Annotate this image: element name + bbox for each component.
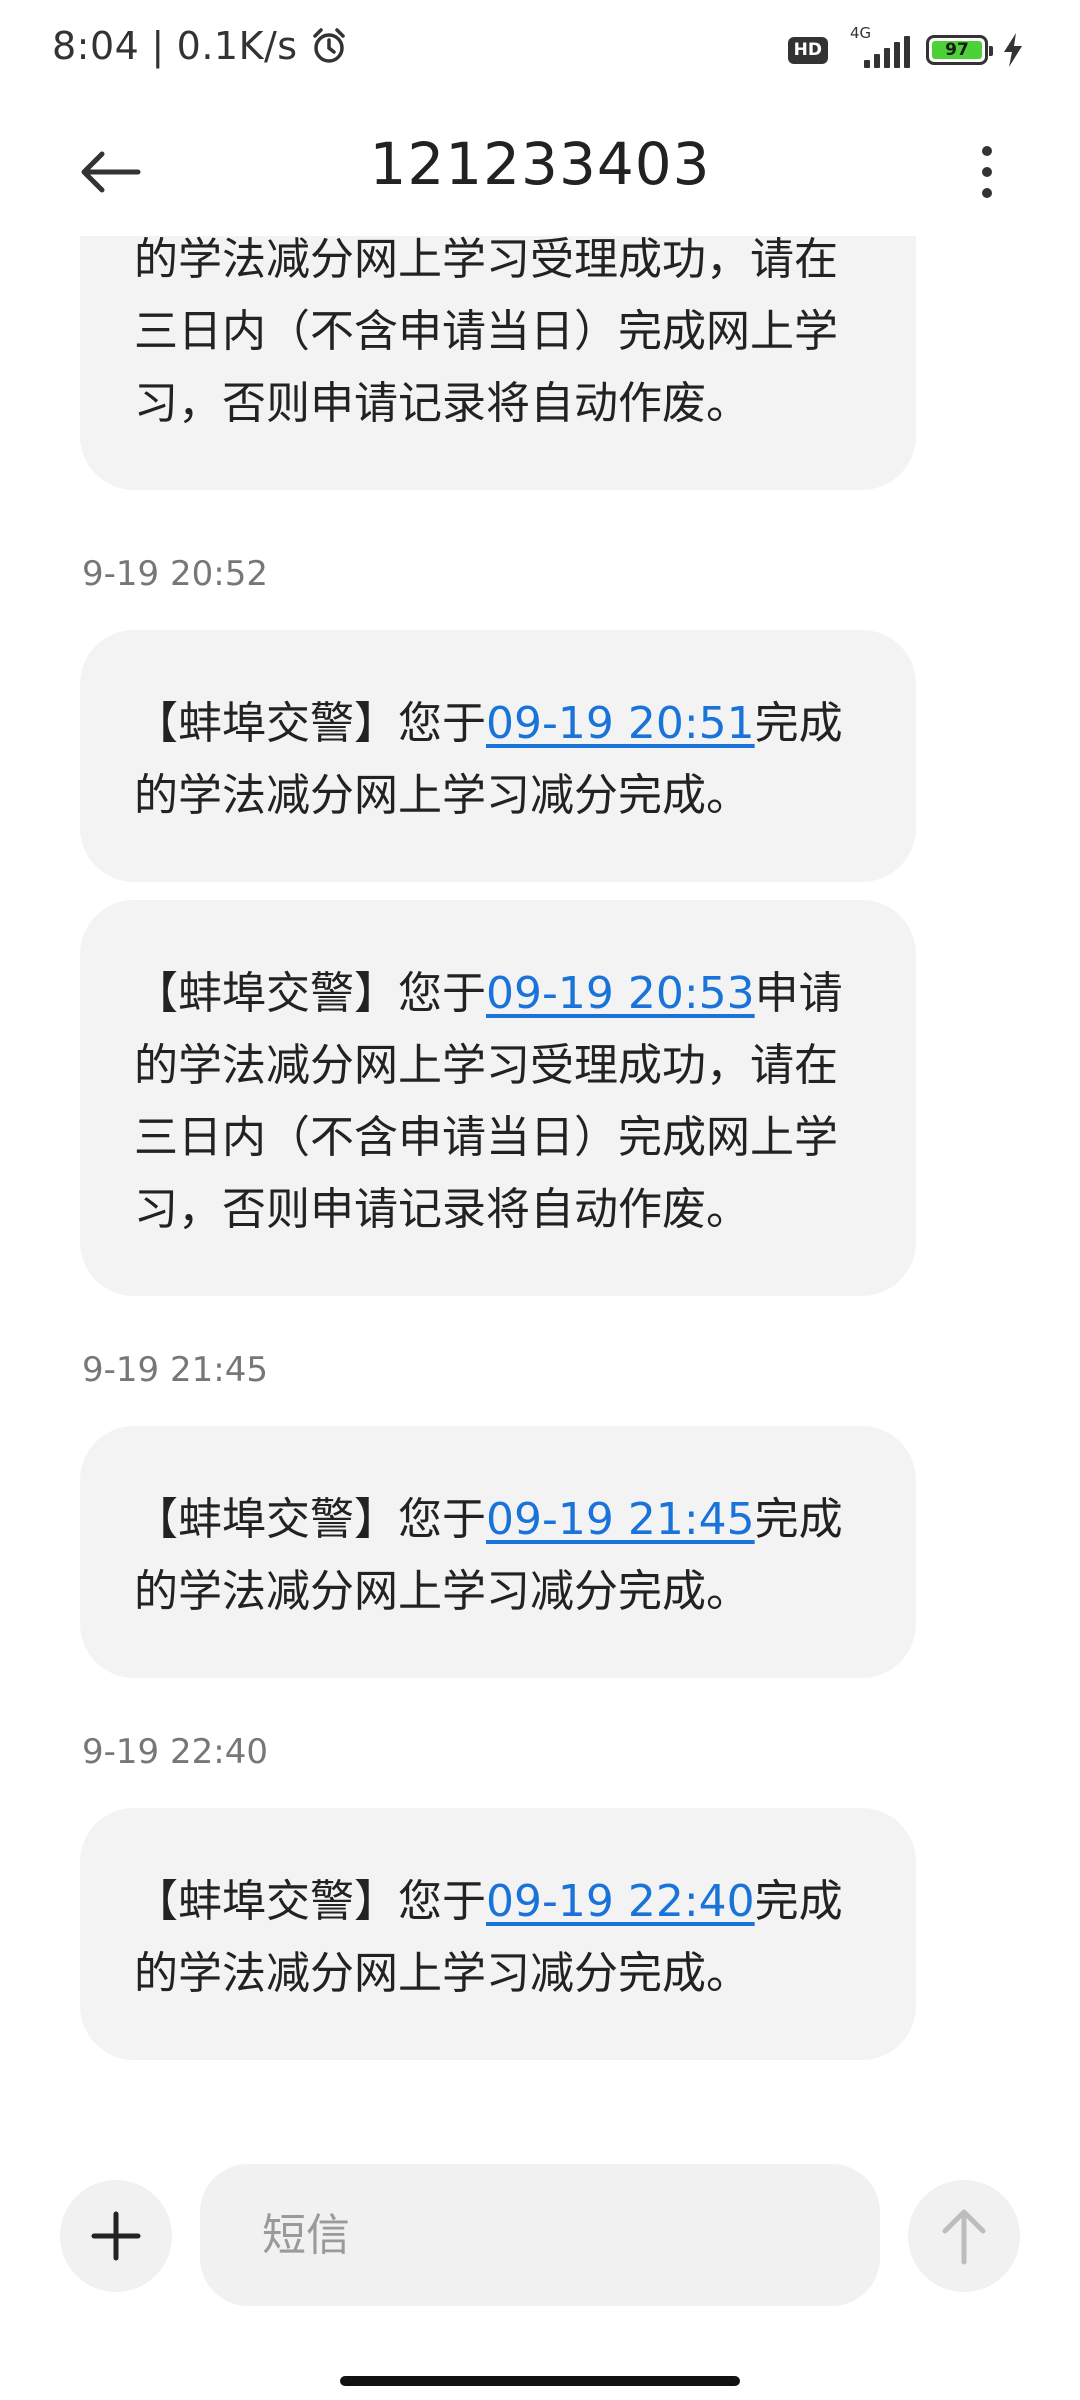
message-bubble[interactable]: 【蚌埠交警】您于09-19 20:51完成 的学法减分网上学习减分完成。	[80, 630, 916, 882]
signal-icon: 4G	[842, 24, 912, 70]
network-speed: 0.1K/s	[176, 24, 298, 68]
message-line: 的学法减分网上学习受理成功，请在	[134, 1040, 838, 1091]
message-line: 习，否则申请记录将自动作废。	[134, 1184, 750, 1235]
conversation-header: 121233403	[0, 100, 1080, 240]
send-button[interactable]	[908, 2180, 1020, 2292]
contact-number-title: 121233403	[369, 130, 711, 198]
message-text: 完成	[754, 698, 843, 749]
more-vertical-icon	[982, 146, 992, 156]
message-list[interactable]: 的学法减分网上学习受理成功，请在 三日内（不含申请当日）完成网上学 习，否则申请…	[0, 236, 1080, 2136]
datetime-link[interactable]: 09-19 22:40	[486, 1876, 755, 1927]
status-left: 8:04 | 0.1K/s	[52, 24, 348, 68]
battery-icon: 97	[926, 35, 993, 65]
message-text: 完成	[754, 1494, 843, 1545]
message-line: 习，否则申请记录将自动作废。	[134, 378, 750, 429]
sms-input[interactable]	[200, 2164, 880, 2306]
message-line: 三日内（不含申请当日）完成网上学	[134, 1112, 838, 1163]
battery-level: 97	[932, 40, 982, 60]
message-timestamp: 9-19 20:52	[82, 554, 268, 594]
message-line: 的学法减分网上学习减分完成。	[134, 1566, 750, 1617]
home-indicator[interactable]	[340, 2376, 740, 2386]
message-text: 【蚌埠交警】您于	[134, 1494, 486, 1545]
charging-bolt-icon	[1004, 33, 1022, 67]
message-line: 的学法减分网上学习受理成功，请在	[134, 236, 838, 285]
message-text: 【蚌埠交警】您于	[134, 698, 486, 749]
message-text: 【蚌埠交警】您于	[134, 968, 486, 1019]
status-separator: |	[151, 24, 165, 68]
hd-icon: HD	[787, 36, 828, 64]
message-line: 的学法减分网上学习减分完成。	[134, 770, 750, 821]
message-bubble[interactable]: 【蚌埠交警】您于09-19 21:45完成 的学法减分网上学习减分完成。	[80, 1426, 916, 1678]
more-options-button[interactable]	[952, 132, 1022, 212]
message-text: 完成	[754, 1876, 843, 1927]
status-right: HD 4G 97	[787, 24, 1024, 70]
plus-icon	[91, 2211, 141, 2261]
status-bar: 8:04 | 0.1K/s HD 4G 97	[0, 0, 1080, 100]
datetime-link[interactable]: 09-19 20:51	[486, 698, 755, 749]
message-composer	[0, 2160, 1080, 2320]
alarm-icon	[312, 28, 345, 63]
message-text: 【蚌埠交警】您于	[134, 1876, 486, 1927]
message-timestamp: 9-19 21:45	[82, 1350, 268, 1390]
status-time: 8:04	[52, 24, 140, 68]
message-timestamp: 9-19 22:40	[82, 1732, 268, 1772]
message-text: 申请	[754, 968, 843, 1019]
message-line: 的学法减分网上学习减分完成。	[134, 1948, 750, 1999]
message-bubble[interactable]: 【蚌埠交警】您于09-19 20:53申请 的学法减分网上学习受理成功，请在 三…	[80, 900, 916, 1296]
message-bubble[interactable]: 的学法减分网上学习受理成功，请在 三日内（不含申请当日）完成网上学 习，否则申请…	[80, 236, 916, 490]
add-attachment-button[interactable]	[60, 2180, 172, 2292]
arrow-up-icon	[942, 2209, 986, 2265]
datetime-link[interactable]: 09-19 21:45	[486, 1494, 755, 1545]
message-line: 三日内（不含申请当日）完成网上学	[134, 306, 838, 357]
message-bubble[interactable]: 【蚌埠交警】您于09-19 22:40完成 的学法减分网上学习减分完成。	[80, 1808, 916, 2060]
datetime-link[interactable]: 09-19 20:53	[486, 968, 755, 1019]
